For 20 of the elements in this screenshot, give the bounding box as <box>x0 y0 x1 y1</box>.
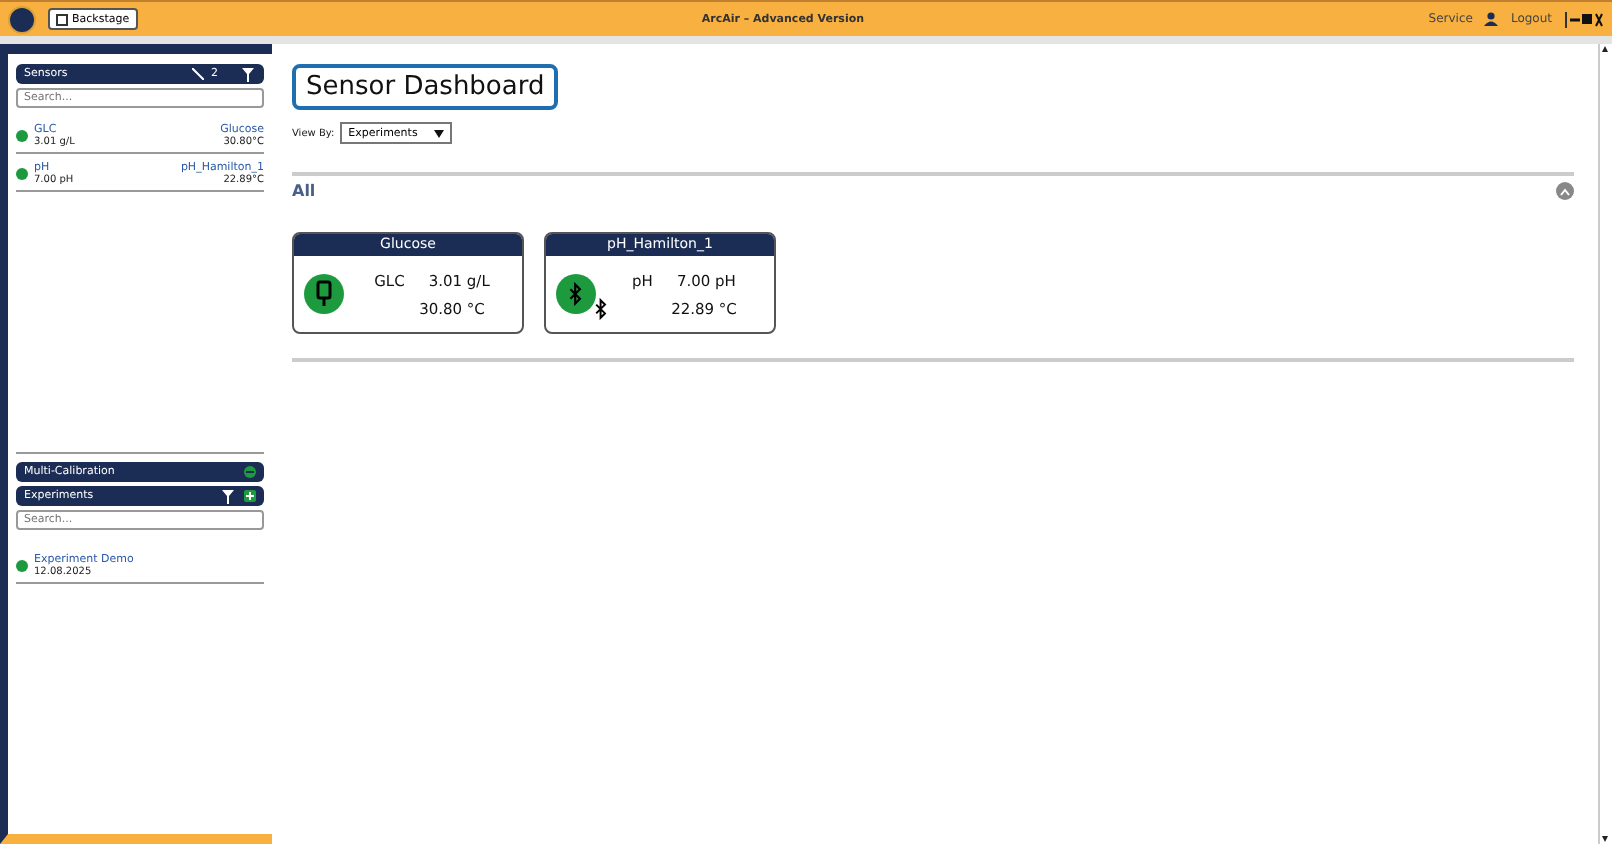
bluetooth-icon <box>568 282 584 306</box>
group-title: All <box>292 182 316 200</box>
calibration-icon[interactable] <box>244 466 256 478</box>
usb-plug-icon <box>314 280 334 308</box>
page-title: Sensor Dashboard <box>292 64 559 110</box>
scroll-down-icon[interactable] <box>1600 834 1610 844</box>
caret-icon <box>433 129 444 137</box>
bluetooth-icon <box>594 298 608 320</box>
user-icon <box>1484 12 1499 26</box>
sensor-status-dot <box>16 168 28 180</box>
add-icon[interactable] <box>244 490 256 502</box>
filter-icon[interactable] <box>242 67 256 81</box>
probe-icon <box>191 68 203 80</box>
collapse-button[interactable] <box>1556 182 1574 200</box>
backstage-icon <box>56 13 68 25</box>
logo-icon <box>8 5 36 33</box>
filter-icon[interactable] <box>222 489 236 503</box>
window-controls-icon[interactable] <box>1564 11 1604 27</box>
sensor-status-dot <box>16 130 28 142</box>
scrollbar[interactable] <box>1598 44 1612 844</box>
